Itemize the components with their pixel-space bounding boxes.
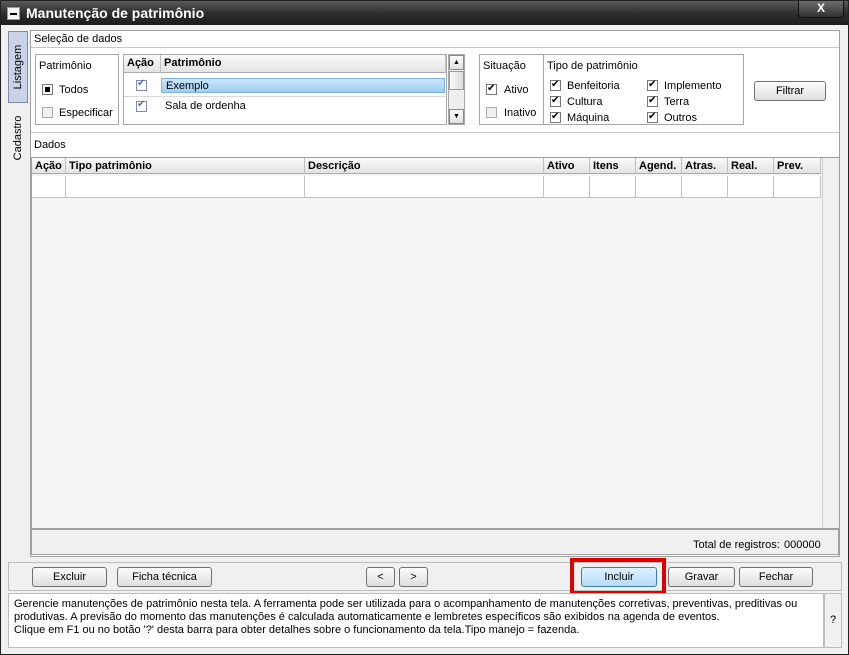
grid-header-real[interactable]: Real. xyxy=(728,158,774,174)
tipo-label: Tipo de patrimônio xyxy=(547,60,638,72)
table-cell[interactable] xyxy=(774,176,821,198)
help-line-2: produtivas. A previsão do momento das ma… xyxy=(14,611,720,623)
table-row[interactable] xyxy=(32,176,66,198)
patrimonio-group-label: Patrimônio xyxy=(39,60,92,72)
inativo-label: Inativo xyxy=(504,107,537,119)
implemento-checkbox[interactable] xyxy=(647,78,658,91)
table-cell[interactable] xyxy=(590,176,636,198)
implemento-label: Implemento xyxy=(664,80,722,92)
previous-button[interactable]: < xyxy=(366,567,395,587)
table-cell[interactable] xyxy=(66,176,305,198)
scroll-thumb[interactable] xyxy=(449,71,464,90)
grid-header-ativo[interactable]: Ativo xyxy=(544,158,590,174)
outros-label: Outros xyxy=(664,112,698,124)
list-row-checkbox[interactable] xyxy=(136,99,147,112)
selection-divider xyxy=(31,47,839,48)
ativo-checkbox[interactable] xyxy=(486,82,497,95)
list-scrollbar[interactable]: ▲ ▼ xyxy=(448,54,465,125)
cultura-label: Cultura xyxy=(567,96,603,108)
patrimonio-group: Patrimônio Todos Especificar xyxy=(35,54,119,125)
table-cell[interactable] xyxy=(636,176,682,198)
especificar-label: Especificar xyxy=(59,107,113,119)
tab-listagem-label: Listagem xyxy=(12,44,24,90)
grid-scrollbar-area[interactable] xyxy=(822,158,839,528)
total-label: Total de registros: xyxy=(693,539,780,551)
total-bar: Total de registros: 000000 xyxy=(31,529,839,555)
ficha-tecnica-button[interactable]: Ficha técnica xyxy=(117,567,212,587)
fechar-button[interactable]: Fechar xyxy=(739,567,813,587)
terra-checkbox[interactable] xyxy=(647,94,658,107)
list-header-acao[interactable]: Ação xyxy=(124,55,161,73)
dados-section-label: Dados xyxy=(34,139,66,151)
side-tabs: Listagem Cadastro xyxy=(8,31,28,557)
tab-cadastro-label: Cadastro xyxy=(12,115,24,161)
terra-label: Terra xyxy=(664,96,690,108)
grid-header-descricao[interactable]: Descrição xyxy=(305,158,544,174)
inativo-checkbox[interactable] xyxy=(486,107,497,118)
ativo-label: Ativo xyxy=(504,84,529,96)
maquina-label: Máquina xyxy=(567,112,610,124)
grid-header-prev[interactable]: Prev. xyxy=(774,158,821,174)
help-text-box: Gerencie manutenções de patrimônio nesta… xyxy=(8,593,824,648)
situacao-group: Situação Ativo Inativo xyxy=(479,54,545,125)
title-bar[interactable]: Manutenção de patrimônio X xyxy=(1,1,848,25)
todos-radio[interactable] xyxy=(42,84,53,95)
situacao-label: Situação xyxy=(483,60,526,72)
excluir-button[interactable]: Excluir xyxy=(32,567,107,587)
tab-cadastro[interactable]: Cadastro xyxy=(8,103,28,173)
grid-header-itens[interactable]: Itens xyxy=(590,158,636,174)
tab-listagem[interactable]: Listagem xyxy=(8,31,28,103)
grid-header-acao[interactable]: Ação xyxy=(32,158,66,174)
list-row[interactable]: Sala de ordenha xyxy=(124,97,446,119)
window-title: Manutenção de patrimônio xyxy=(26,5,205,21)
total-value: 000000 xyxy=(784,539,821,551)
grid-header-tipo[interactable]: Tipo patrimônio xyxy=(66,158,305,174)
table-cell[interactable] xyxy=(305,176,544,198)
list-row-name[interactable]: Sala de ordenha xyxy=(165,100,246,112)
selection-section-label: Seleção de dados xyxy=(34,33,123,45)
list-header-patrimonio[interactable]: Patrimônio xyxy=(161,55,446,73)
outros-checkbox[interactable] xyxy=(647,110,658,123)
list-row-name[interactable]: Exemplo xyxy=(161,78,445,93)
help-line-1: Gerencie manutenções de patrimônio nesta… xyxy=(14,598,798,610)
grid-header-agend[interactable]: Agend. xyxy=(636,158,682,174)
cultura-checkbox[interactable] xyxy=(550,94,561,107)
grid-header-atras[interactable]: Atras. xyxy=(682,158,728,174)
list-row[interactable]: Exemplo xyxy=(124,76,446,97)
table-cell[interactable] xyxy=(728,176,774,198)
maquina-checkbox[interactable] xyxy=(550,110,561,123)
help-line-3: Clique em F1 ou no botão '?' desta barra… xyxy=(14,624,580,636)
benfeitoria-label: Benfeitoria xyxy=(567,80,620,92)
incluir-button[interactable]: Incluir xyxy=(581,567,657,587)
main-window: Manutenção de patrimônio X Listagem Cada… xyxy=(0,0,849,655)
benfeitoria-checkbox[interactable] xyxy=(550,78,561,91)
table-cell[interactable] xyxy=(682,176,728,198)
especificar-radio[interactable] xyxy=(42,107,53,118)
list-row-checkbox[interactable] xyxy=(136,78,147,91)
table-cell[interactable] xyxy=(544,176,590,198)
system-menu-icon[interactable] xyxy=(7,7,20,20)
next-button[interactable]: > xyxy=(399,567,428,587)
filtrar-button[interactable]: Filtrar xyxy=(754,81,826,101)
gravar-button[interactable]: Gravar xyxy=(668,567,735,587)
close-button[interactable]: X xyxy=(798,1,844,18)
todos-label: Todos xyxy=(59,84,89,96)
scroll-up-icon[interactable]: ▲ xyxy=(449,55,464,70)
dados-divider xyxy=(31,132,839,133)
scroll-down-icon[interactable]: ▼ xyxy=(449,109,464,124)
patrimonio-list: Ação Patrimônio Exemplo Sala de ordenha xyxy=(123,54,447,125)
tipo-group: Tipo de patrimônio Benfeitoria Implement… xyxy=(543,54,744,125)
data-grid xyxy=(31,157,839,529)
help-question-button[interactable]: ? xyxy=(824,593,842,648)
